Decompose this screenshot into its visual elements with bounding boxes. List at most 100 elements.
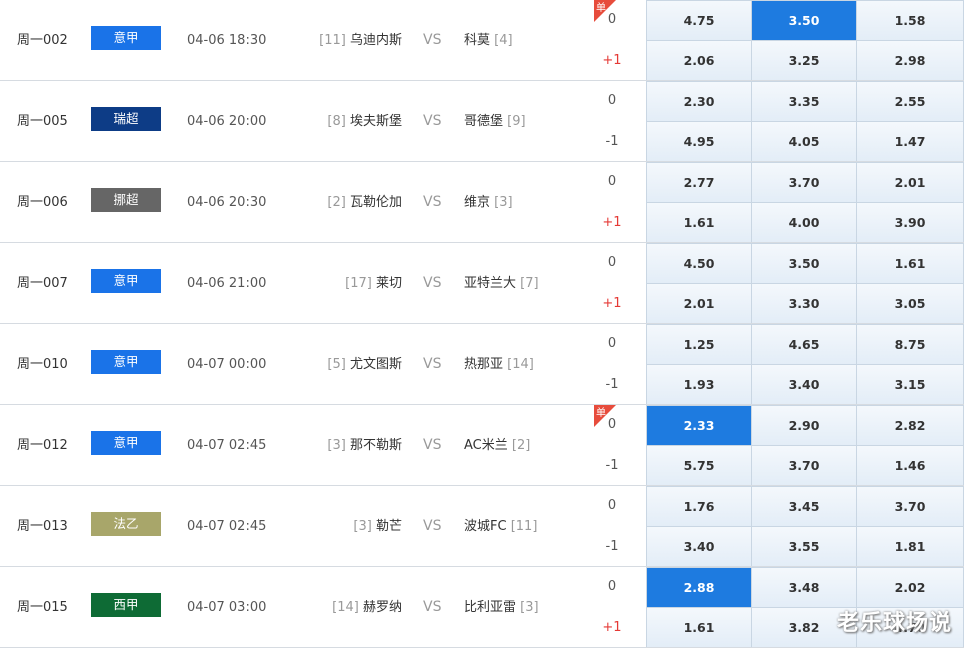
odds-win[interactable]: 5.75	[646, 445, 751, 485]
odds-lose[interactable]: 3.05	[856, 283, 964, 323]
odds-lose[interactable]: 2.55	[856, 81, 964, 121]
odds-lose[interactable]: 1.61	[856, 243, 964, 283]
odds-win[interactable]: 1.61	[646, 202, 751, 242]
match-number[interactable]: 周一015	[17, 567, 68, 648]
odds-win[interactable]: 2.30	[646, 81, 751, 121]
home-team[interactable]: [3] 勒芒	[353, 486, 402, 567]
away-team[interactable]: 波城FC [11]	[464, 486, 537, 567]
away-team[interactable]: 热那亚 [14]	[464, 324, 534, 405]
match-time: 04-06 21:00	[187, 276, 267, 291]
odds-draw[interactable]: 3.50	[751, 243, 856, 283]
league-badge[interactable]: 意甲	[91, 350, 161, 374]
match-row: 周一012 意甲 04-07 02:45 [3] 那不勒斯 VS AC米兰 [2] 单 0 -1…	[0, 405, 964, 486]
odds-win[interactable]: 4.50	[646, 243, 751, 283]
odds-win[interactable]: 1.61	[646, 607, 751, 647]
home-team[interactable]: [5] 尤文图斯	[327, 324, 402, 405]
odds-win[interactable]: 1.76	[646, 486, 751, 526]
odds-lose[interactable]: 2.82	[856, 405, 964, 445]
home-rank: [5]	[327, 357, 346, 372]
odds-lose[interactable]: 1.47	[856, 121, 964, 161]
match-number[interactable]: 周一010	[17, 324, 68, 405]
odds-lose[interactable]: 3.15	[856, 364, 964, 404]
home-team[interactable]: [2] 瓦勒伦加	[327, 162, 402, 243]
odds-row: 5.75 3.70 1.46	[646, 445, 964, 485]
away-team[interactable]: 亚特兰大 [7]	[464, 243, 539, 324]
odds-draw[interactable]: 3.30	[751, 283, 856, 323]
league-badge[interactable]: 西甲	[91, 593, 161, 617]
home-rank: [3]	[327, 438, 346, 453]
odds-lose[interactable]: 3.90	[856, 202, 964, 242]
match-number[interactable]: 周一006	[17, 162, 68, 243]
home-team[interactable]: [8] 埃夫斯堡	[327, 81, 402, 162]
home-team[interactable]: [17] 莱切	[345, 243, 402, 324]
home-team[interactable]: [3] 那不勒斯	[327, 405, 402, 486]
odds-win[interactable]: 1.25	[646, 324, 751, 364]
odds-lose[interactable]: 1.81	[856, 526, 964, 566]
odds-draw[interactable]: 3.25	[751, 40, 856, 80]
league-badge[interactable]: 意甲	[91, 431, 161, 455]
league-badge[interactable]: 挪超	[91, 188, 161, 212]
odds-win[interactable]: 3.40	[646, 526, 751, 566]
odds-lose[interactable]: 2.98	[856, 40, 964, 80]
odds-lose[interactable]: 2.02	[856, 567, 964, 607]
odds-win[interactable]: 2.06	[646, 40, 751, 80]
odds-row: 2.33 2.90 2.82	[646, 405, 964, 445]
match-number[interactable]: 周一012	[17, 405, 68, 486]
away-rank: [4]	[494, 33, 513, 48]
odds-lose[interactable]: 3.70	[856, 486, 964, 526]
league-badge[interactable]: 瑞超	[91, 107, 161, 131]
odds-win[interactable]: 2.33	[646, 405, 751, 445]
odds-lose[interactable]: 1.58	[856, 0, 964, 40]
odds-lose[interactable]: 2.01	[856, 162, 964, 202]
odds-draw[interactable]: 4.05	[751, 121, 856, 161]
odds-lose[interactable]: 8.75	[856, 324, 964, 364]
odds-win[interactable]: 2.01	[646, 283, 751, 323]
odds-win[interactable]: 1.93	[646, 364, 751, 404]
handicap-value: 0	[607, 498, 617, 513]
odds-draw[interactable]: 4.65	[751, 324, 856, 364]
odds-draw[interactable]: 3.55	[751, 526, 856, 566]
away-name: 维京	[464, 195, 491, 210]
odds-win[interactable]: 4.75	[646, 0, 751, 40]
home-team[interactable]: [11] 乌迪内斯	[319, 0, 402, 81]
odds-row: 2.01 3.30 3.05	[646, 283, 964, 323]
away-team[interactable]: 维京 [3]	[464, 162, 513, 243]
home-team[interactable]: [14] 赫罗纳	[332, 567, 402, 648]
match-number[interactable]: 周一002	[17, 0, 68, 81]
league-badge[interactable]: 法乙	[91, 512, 161, 536]
vs-label: VS	[423, 194, 442, 210]
match-number[interactable]: 周一007	[17, 243, 68, 324]
away-team[interactable]: 科莫 [4]	[464, 0, 513, 81]
match-row: 周一005 瑞超 04-06 20:00 [8] 埃夫斯堡 VS 哥德堡 [9] 0 -1 2.…	[0, 81, 964, 162]
away-team[interactable]: 哥德堡 [9]	[464, 81, 526, 162]
odds-win[interactable]: 2.88	[646, 567, 751, 607]
odds-draw[interactable]: 3.50	[751, 0, 856, 40]
away-rank: [3]	[520, 600, 539, 615]
match-number[interactable]: 周一005	[17, 81, 68, 162]
odds-win[interactable]: 4.95	[646, 121, 751, 161]
odds-draw[interactable]: 3.35	[751, 81, 856, 121]
odds-draw[interactable]: 3.70	[751, 162, 856, 202]
odds-draw[interactable]: 3.70	[751, 445, 856, 485]
home-rank: [2]	[327, 195, 346, 210]
odds-draw[interactable]: 3.45	[751, 486, 856, 526]
odds-lose[interactable]: 1.46	[856, 445, 964, 485]
match-number[interactable]: 周一013	[17, 486, 68, 567]
odds-row: 4.95 4.05 1.47	[646, 121, 964, 161]
away-rank: [11]	[510, 519, 538, 534]
handicap-value: +1	[602, 296, 622, 311]
league-badge[interactable]: 意甲	[91, 26, 161, 50]
odds-draw[interactable]: 2.90	[751, 405, 856, 445]
odds-draw[interactable]: 3.40	[751, 364, 856, 404]
odds-grid: 4.75 3.50 1.58 2.06 3.25 2.98	[646, 0, 964, 80]
handicap-value: 0	[607, 579, 617, 594]
watermark: 老乐球场说	[836, 611, 952, 636]
handicap-value: +1	[602, 53, 622, 68]
home-name: 那不勒斯	[349, 438, 402, 453]
odds-win[interactable]: 2.77	[646, 162, 751, 202]
odds-draw[interactable]: 4.00	[751, 202, 856, 242]
away-team[interactable]: 比利亚雷 [3]	[464, 567, 539, 648]
league-badge[interactable]: 意甲	[91, 269, 161, 293]
away-team[interactable]: AC米兰 [2]	[464, 405, 530, 486]
odds-draw[interactable]: 3.48	[751, 567, 856, 607]
